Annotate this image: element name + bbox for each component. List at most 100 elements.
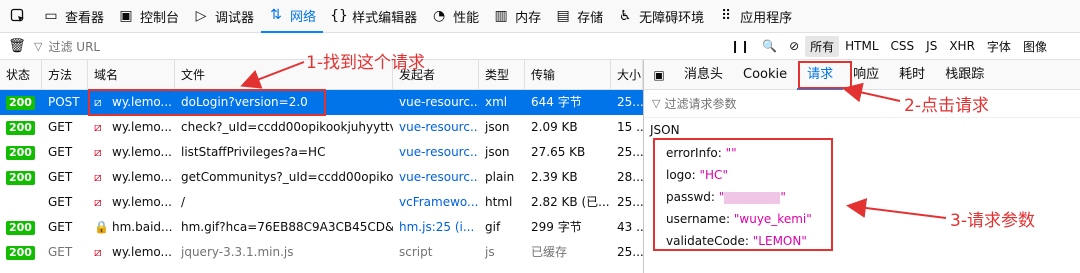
- column-header-size[interactable]: 大小: [611, 60, 643, 90]
- json-param-row[interactable]: passwd: " ": [644, 186, 1080, 208]
- filter-type-js[interactable]: JS: [920, 39, 943, 53]
- tab-storage[interactable]: ▤ 存储: [548, 0, 610, 33]
- inspector-icon: ▭: [44, 8, 58, 24]
- status-badge: 200: [6, 96, 35, 110]
- param-key: validateCode:: [666, 234, 749, 248]
- table-row[interactable]: 200 GET ⧄ wy.lemo... check?_uId=ccdd00opikoo…: [0, 115, 643, 140]
- tab-debugger[interactable]: ▷ 调试器: [186, 0, 261, 33]
- cell-domain: ⧄ wy.lemo...: [88, 165, 175, 190]
- cell-domain: ⧄ wy.lemo...: [88, 240, 175, 265]
- cell-file: listStaffPrivileges?a=HC: [181, 145, 326, 159]
- cell-type: xml: [485, 95, 508, 109]
- cell-size: 15 ...: [617, 120, 643, 134]
- json-param-row[interactable]: logo: "HC": [644, 164, 1080, 186]
- cell-status: 200: [0, 165, 42, 190]
- cell-domain: ⧄ wy.lemo...: [88, 115, 175, 140]
- table-row[interactable]: GET ⧄ wy.lemo... / vcFramewo... html 2.82 KB (…: [0, 190, 643, 215]
- tab-console[interactable]: ▣ 控制台: [111, 0, 186, 33]
- cell-transfer: 644 字节: [531, 95, 582, 109]
- details-tabs: ▣ 消息头 Cookie 请求 响应 耗时 栈跟踪: [644, 60, 1080, 90]
- tab-headers[interactable]: 消息头: [674, 60, 733, 90]
- debugger-icon: ▷: [195, 8, 207, 24]
- cell-status: 200: [0, 215, 42, 240]
- column-header-type[interactable]: 类型: [479, 60, 525, 90]
- column-header-status[interactable]: 状态: [0, 60, 42, 90]
- annotation-step3: 3-请求参数: [950, 211, 1035, 231]
- tab-cookies[interactable]: Cookie: [733, 60, 797, 90]
- cell-file: check?_uId=ccdd00opikookjuhyyttvhr: [181, 120, 393, 134]
- cell-initiator: vue-resourc...: [399, 120, 479, 134]
- table-row[interactable]: 200 POST ⧄ wy.lemo... doLogin?version=2.0 vue…: [0, 90, 643, 115]
- tab-network[interactable]: ⇅ 网络: [261, 0, 324, 33]
- cell-transfer: 299 字节: [531, 220, 582, 234]
- insecure-icon: ⧄: [94, 170, 102, 184]
- tab-label: 控制台: [140, 10, 180, 26]
- tab-timings[interactable]: 耗时: [889, 60, 935, 90]
- block-icon[interactable]: ⊘: [783, 39, 805, 53]
- cell-initiator: hm.js:25 (i...: [399, 220, 475, 234]
- tab-memory[interactable]: ▥ 内存: [486, 0, 548, 33]
- tab-label: 查看器: [65, 10, 105, 26]
- table-row[interactable]: 200 GET ⧄ wy.lemo... listStaffPrivileges?a=H…: [0, 140, 643, 165]
- table-row[interactable]: 200 GET 🔒 hm.baid... hm.gif?hca=76EB88C9A3CB…: [0, 215, 643, 240]
- request-details-panel: ▣ 消息头 Cookie 请求 响应 耗时 栈跟踪 ▽ 过滤请求参数 JSON …: [644, 60, 1080, 273]
- cell-status: 200: [0, 115, 42, 140]
- insecure-icon: ⧄: [94, 95, 102, 109]
- domain-text: wy.lemo...: [112, 170, 172, 184]
- table-row[interactable]: 200 GET ⧄ wy.lemo... getCommunitys?_uId=ccdd…: [0, 165, 643, 190]
- style-editor-icon: {}: [330, 8, 348, 24]
- status-badge: 200: [6, 146, 35, 160]
- status-badge: 200: [6, 121, 35, 135]
- tab-label: 样式编辑器: [352, 10, 418, 26]
- trash-icon[interactable]: 🗑: [0, 38, 34, 54]
- table-row[interactable]: 200 GET ⧄ wy.lemo... jquery-3.3.1.min.js scri…: [0, 240, 643, 265]
- lock-icon: 🔒: [94, 220, 109, 234]
- filter-type-css[interactable]: CSS: [885, 39, 921, 53]
- annotation-step1: 1-找到这个请求: [306, 53, 425, 73]
- filter-type-xhr[interactable]: XHR: [943, 39, 981, 53]
- filter-type-html[interactable]: HTML: [839, 39, 884, 53]
- request-params-filter-input[interactable]: ▽ 过滤请求参数: [644, 90, 1080, 118]
- pause-icon[interactable]: ❙❙: [724, 39, 756, 53]
- cell-transfer: 2.39 KB: [531, 170, 578, 184]
- console-icon: ▣: [119, 8, 133, 24]
- tab-accessibility[interactable]: ♿ 无障碍环境: [610, 0, 711, 33]
- cell-initiator: vue-resourc...: [399, 170, 479, 184]
- tab-performance[interactable]: ◔ 性能: [424, 0, 486, 33]
- domain-text: hm.baid...: [112, 220, 173, 234]
- param-value: "": [718, 190, 786, 204]
- insecure-icon: ⧄: [94, 195, 102, 209]
- filter-type-all[interactable]: 所有: [805, 35, 840, 57]
- json-section-label[interactable]: JSON: [644, 118, 1080, 142]
- param-value: "": [725, 146, 737, 160]
- cell-size: 25...: [617, 195, 643, 209]
- element-picker-icon[interactable]: [0, 0, 36, 33]
- domain-text: wy.lemo...: [112, 245, 172, 259]
- sidebar-toggle-icon[interactable]: ▣: [644, 68, 674, 82]
- json-param-row[interactable]: errorInfo: "": [644, 142, 1080, 164]
- cell-type: gif: [485, 220, 501, 234]
- column-header-transferred[interactable]: 传输: [525, 60, 611, 90]
- tab-style-editor[interactable]: {} 样式编辑器: [323, 0, 424, 33]
- tab-inspector[interactable]: ▭ 查看器: [36, 0, 111, 33]
- json-param-row[interactable]: validateCode: "LEMON": [644, 230, 1080, 252]
- cell-type: js: [485, 245, 495, 259]
- cell-initiator: vue-resourc...: [399, 95, 479, 109]
- tab-application[interactable]: ⠿ 应用程序: [711, 0, 799, 33]
- filter-type-fonts[interactable]: 字体: [981, 38, 1017, 55]
- search-icon[interactable]: 🔍: [756, 39, 783, 53]
- cell-method: GET: [48, 120, 73, 134]
- cell-file: getCommunitys?_uId=ccdd00opikook: [181, 170, 393, 184]
- tab-request[interactable]: 请求: [797, 60, 844, 90]
- url-filter-placeholder: 过滤 URL: [48, 39, 101, 54]
- column-header-method[interactable]: 方法: [42, 60, 88, 90]
- filter-type-images[interactable]: 图像: [1017, 38, 1053, 55]
- request-list: 200 POST ⧄ wy.lemo... doLogin?version=2.0 vue…: [0, 90, 643, 265]
- column-header-domain[interactable]: 域名: [88, 60, 175, 90]
- filter-icon: ▽: [34, 39, 43, 53]
- request-table: 状态 方法 域名 文件 发起者 类型 传输 大小 200 POST ⧄ wy.lemo…: [0, 60, 643, 273]
- tab-label: 存储: [577, 10, 604, 26]
- annotation-step2: 2-点击请求: [904, 96, 989, 116]
- tab-stack-trace[interactable]: 栈跟踪: [935, 60, 994, 90]
- tab-response[interactable]: 响应: [843, 60, 889, 90]
